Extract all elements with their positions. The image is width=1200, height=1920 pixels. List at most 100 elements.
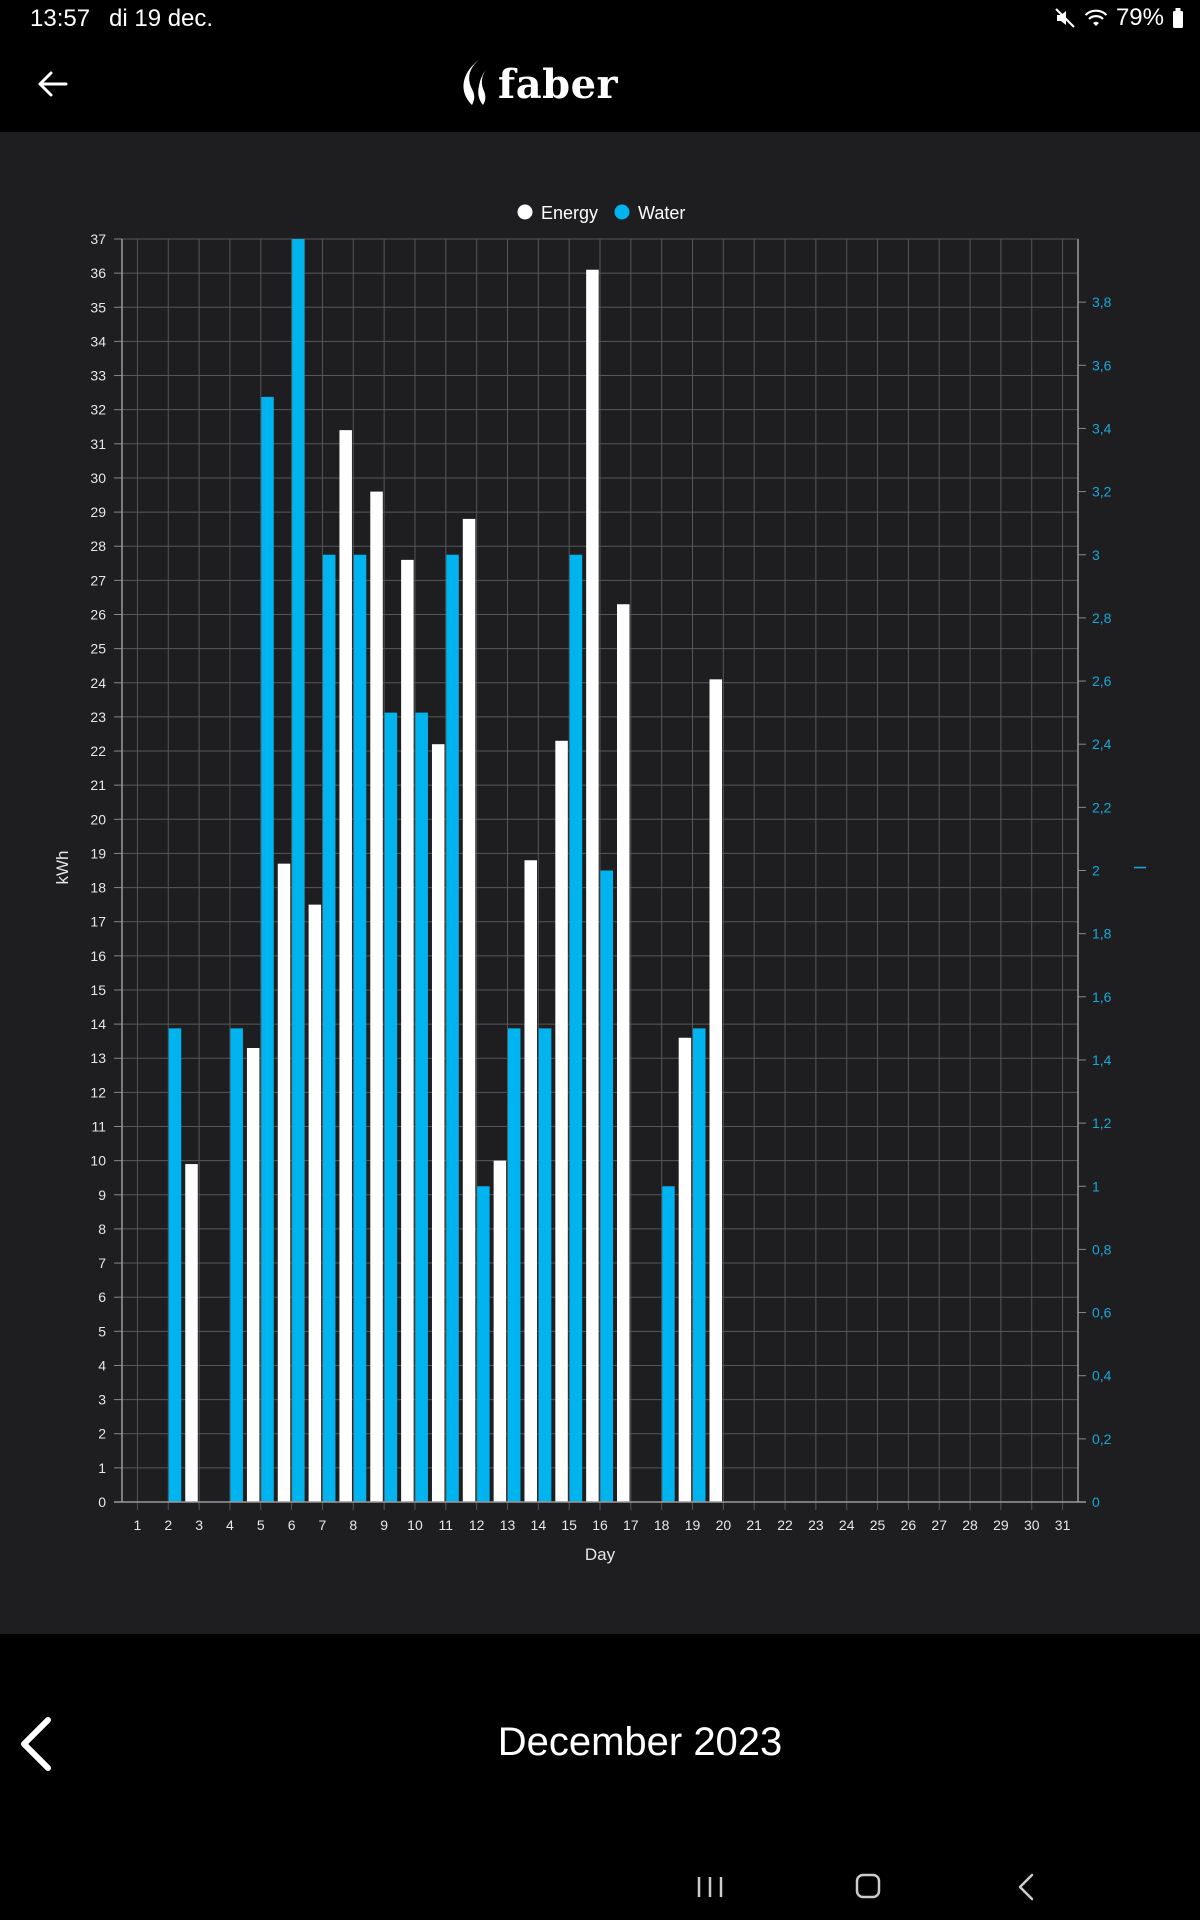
left-tick-label: 33	[90, 368, 106, 384]
left-tick-label: 16	[90, 948, 106, 964]
right-tick-label: 0	[1092, 1494, 1100, 1510]
left-tick-label: 32	[90, 402, 106, 418]
x-tick-label: 15	[561, 1517, 577, 1533]
left-tick-label: 14	[90, 1016, 106, 1032]
x-tick-label: 25	[870, 1517, 886, 1533]
status-date: di 19 dec.	[109, 5, 214, 32]
water-bar	[415, 712, 428, 1502]
status-icons: 79%	[1054, 4, 1184, 32]
right-tick-label: 1,6	[1092, 989, 1112, 1005]
x-tick-label: 23	[808, 1517, 824, 1533]
recents-icon[interactable]	[690, 1870, 730, 1904]
energy-bar	[617, 604, 630, 1502]
left-tick-label: 37	[90, 231, 106, 247]
water-bar	[569, 554, 583, 1502]
arrow-left-icon[interactable]	[32, 64, 72, 104]
x-tick-label: 10	[407, 1517, 423, 1533]
right-tick-label: 1,4	[1092, 1052, 1112, 1068]
energy-bar	[524, 860, 537, 1502]
left-tick-label: 8	[98, 1221, 106, 1237]
left-tick-label: 13	[90, 1050, 106, 1066]
back-icon[interactable]	[1006, 1870, 1046, 1904]
left-tick-label: 17	[90, 914, 106, 930]
x-tick-label: 26	[901, 1517, 917, 1533]
x-tick-label: 17	[623, 1517, 639, 1533]
x-tick-label: 11	[439, 1517, 454, 1533]
x-tick-label: 21	[746, 1517, 762, 1533]
left-tick-label: 10	[90, 1153, 106, 1169]
x-tick-label: 31	[1055, 1517, 1071, 1533]
water-bar	[322, 554, 336, 1502]
water-bar	[693, 1028, 706, 1502]
water-bar	[538, 1028, 552, 1502]
water-bar	[384, 712, 398, 1502]
x-tick-label: 27	[931, 1517, 947, 1533]
left-tick-label: 1	[98, 1460, 106, 1476]
x-tick-label: 8	[349, 1517, 357, 1533]
x-tick-label: 6	[288, 1517, 296, 1533]
energy-bar	[370, 491, 383, 1503]
right-tick-label: 1,8	[1092, 926, 1112, 942]
battery-icon	[1172, 7, 1184, 29]
left-tick-label: 4	[98, 1357, 106, 1373]
water-bar	[446, 554, 459, 1502]
month-navigation: December 2023	[0, 1634, 1200, 1854]
left-tick-label: 20	[90, 811, 106, 827]
x-tick-label: 19	[685, 1517, 701, 1533]
energy-bar	[586, 269, 599, 1502]
left-tick-label: 11	[91, 1119, 106, 1135]
x-axis-title: Day	[585, 1545, 616, 1564]
left-tick-label: 34	[90, 333, 106, 349]
water-bar	[353, 554, 367, 1502]
right-tick-label: 2,2	[1092, 799, 1112, 815]
battery-level: 79%	[1115, 4, 1164, 31]
energy-bar	[555, 740, 568, 1502]
water-bar	[230, 1028, 243, 1502]
x-tick-label: 20	[716, 1517, 732, 1533]
x-tick-label: 28	[962, 1517, 978, 1533]
left-tick-label: 29	[90, 504, 106, 520]
x-tick-label: 16	[592, 1517, 608, 1533]
x-tick-label: 13	[500, 1517, 516, 1533]
right-tick-label: 0,4	[1092, 1368, 1112, 1384]
water-bar	[168, 1028, 182, 1502]
left-tick-label: 5	[98, 1323, 106, 1339]
left-tick-label: 15	[90, 982, 106, 998]
left-tick-label: 21	[90, 777, 106, 793]
x-tick-label: 2	[164, 1517, 172, 1533]
x-tick-label: 9	[380, 1517, 388, 1533]
right-tick-label: 0,8	[1092, 1241, 1112, 1257]
left-tick-label: 24	[90, 675, 106, 691]
energy-bar	[401, 559, 414, 1502]
logo: faber	[462, 58, 618, 110]
x-tick-label: 14	[531, 1517, 547, 1533]
right-tick-label: 0,6	[1092, 1305, 1112, 1321]
logo-text: faber	[498, 60, 619, 108]
x-tick-label: 7	[319, 1517, 327, 1533]
energy-water-chart: 0123456789101112131415161718192021222324…	[53, 203, 1149, 1564]
left-tick-label: 26	[90, 606, 106, 622]
legend-label: Water	[638, 203, 685, 223]
right-tick-label: 3	[1092, 547, 1100, 563]
x-tick-label: 24	[839, 1517, 855, 1533]
left-tick-label: 9	[98, 1187, 106, 1203]
right-tick-label: 3,4	[1092, 420, 1112, 436]
energy-bar	[709, 679, 723, 1502]
flame-icon	[462, 57, 496, 112]
x-tick-label: 29	[993, 1517, 1009, 1533]
right-axis-title: l	[1130, 866, 1149, 870]
status-bar: 13:57 di 19 dec. 79%	[0, 0, 1200, 36]
right-tick-label: 0,2	[1092, 1431, 1112, 1447]
x-tick-label: 18	[654, 1517, 670, 1533]
wifi-icon	[1084, 7, 1108, 29]
left-tick-label: 18	[90, 880, 106, 896]
home-icon[interactable]	[848, 1870, 888, 1904]
energy-bar	[246, 1048, 260, 1502]
energy-bar	[431, 744, 445, 1502]
chart-panel: 0 1 2 3 4 5 6 7 8 9 10 11 12 13 14 15 16 17 18 19 20 21 22 23 24…	[0, 132, 1200, 1634]
x-tick-label: 4	[226, 1517, 234, 1533]
water-bar	[261, 396, 274, 1502]
right-tick-label: 3,6	[1092, 357, 1112, 373]
x-tick-label: 12	[469, 1517, 485, 1533]
energy-bar	[462, 518, 476, 1502]
